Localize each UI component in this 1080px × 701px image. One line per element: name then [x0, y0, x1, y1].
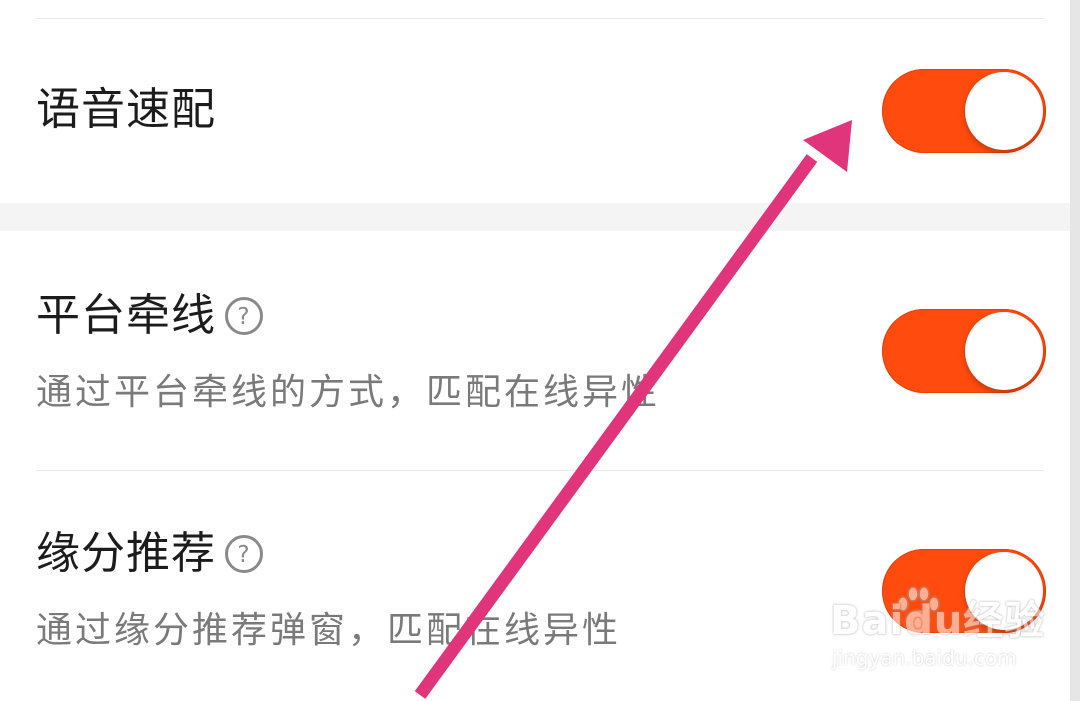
watermark-logo: Baidu经验 jingyan.baidu.com	[830, 580, 1050, 680]
watermark-url: jingyan.baidu.com	[832, 646, 1017, 670]
setting-title-label: 缘分推荐	[36, 528, 216, 579]
help-icon[interactable]: ?	[224, 296, 264, 336]
svg-text:?: ?	[237, 304, 250, 330]
setting-description: 通过缘分推荐弹窗，匹配在线异性	[36, 610, 622, 651]
setting-title-label: 语音速配	[36, 84, 216, 135]
voice-match-toggle[interactable]	[882, 69, 1046, 153]
setting-title-voice-match: 语音速配	[36, 88, 216, 132]
watermark-brand: Baidu经验	[830, 598, 1046, 644]
setting-title-fate-recommend: 缘分推荐 ?	[36, 532, 264, 576]
toggle-knob	[965, 312, 1043, 390]
toggle-knob	[965, 72, 1043, 150]
section-separator	[0, 203, 1070, 231]
divider	[36, 18, 1044, 19]
settings-page: 语音速配 平台牵线 ? 通过平台牵线的方式，匹配在线异性 缘分推荐 ? 通过缘分…	[0, 0, 1080, 701]
divider	[36, 470, 1044, 471]
help-icon[interactable]: ?	[224, 534, 264, 574]
setting-description: 通过平台牵线的方式，匹配在线异性	[36, 372, 661, 413]
setting-title-platform-matchmaking: 平台牵线 ?	[36, 294, 264, 338]
svg-text:?: ?	[237, 542, 250, 568]
scrollbar[interactable]	[1070, 0, 1080, 701]
setting-title-label: 平台牵线	[36, 290, 216, 341]
platform-matchmaking-toggle[interactable]	[882, 309, 1046, 393]
